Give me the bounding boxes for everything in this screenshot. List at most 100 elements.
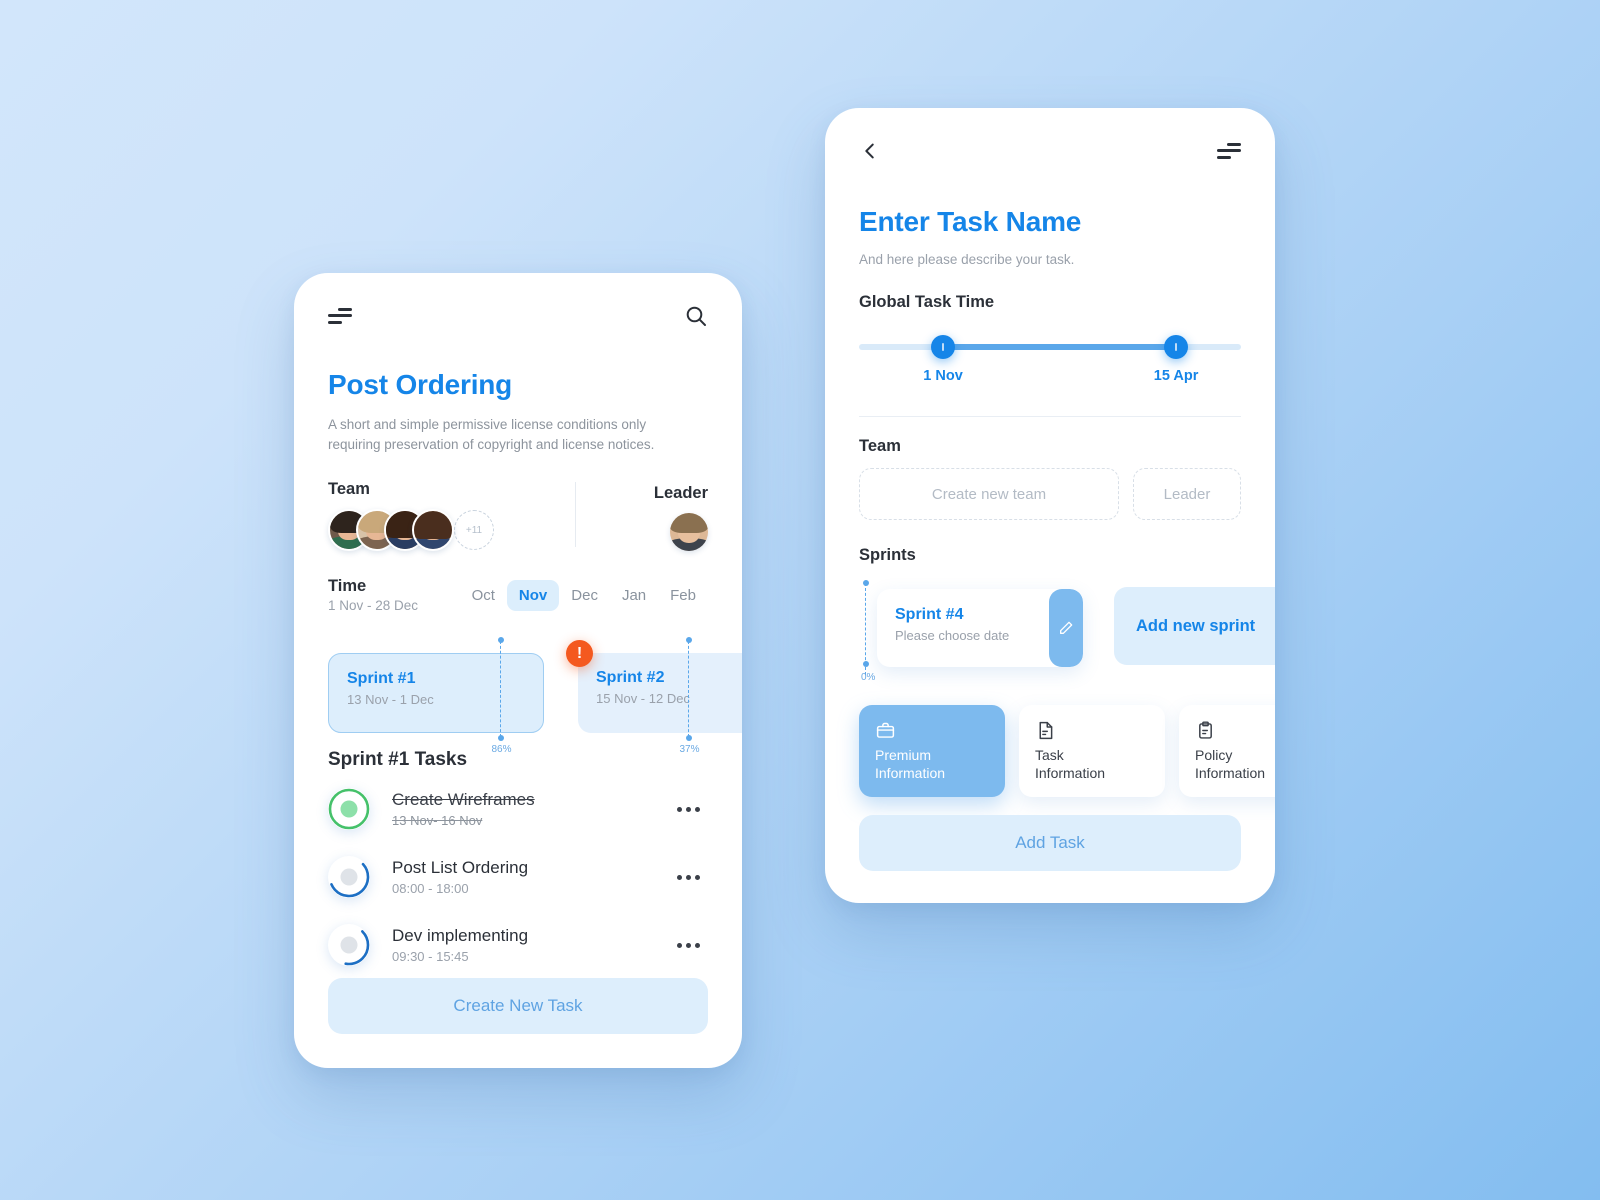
slider-handle-end[interactable] — [1164, 335, 1189, 359]
task-options-button[interactable] — [669, 799, 708, 820]
phone-screen-add-task: Enter Task Name And here please describe… — [825, 108, 1275, 903]
status-dot — [340, 936, 358, 954]
team-label: Team — [859, 437, 901, 455]
month-tab-nov[interactable]: Nov — [506, 579, 560, 611]
sprint-dates: 13 Nov - 1 Dec — [347, 692, 434, 708]
task-status-ring[interactable] — [328, 856, 370, 899]
sprint-progress-marker-1: 86% — [491, 637, 512, 755]
pencil-icon — [1060, 621, 1073, 634]
avatar[interactable] — [412, 509, 454, 552]
month-tab-dec[interactable]: Dec — [559, 580, 610, 611]
task-name: Create Wireframes — [392, 790, 535, 810]
time-range: 1 Nov - 28 Dec — [328, 598, 419, 614]
vertical-divider — [575, 482, 576, 548]
month-tab-jan[interactable]: Jan — [610, 580, 658, 611]
right-content: Enter Task Name And here please describe… — [825, 194, 1275, 903]
search-button[interactable] — [684, 304, 708, 328]
marker-dot-bottom — [686, 735, 693, 742]
slider-labels: 1 Nov 15 Apr — [859, 368, 1241, 390]
team-avatars: +11 — [328, 509, 494, 552]
filter-menu-icon — [1217, 142, 1241, 160]
search-icon — [686, 306, 706, 326]
task-row[interactable]: Dev implementing 09:30 - 15:45 — [328, 911, 708, 979]
add-new-sprint-button[interactable]: Add new sprint — [1114, 587, 1275, 665]
sprint-card-body: Sprint #4 Please choose date — [877, 589, 1049, 667]
marker-dot-bottom — [863, 661, 870, 667]
slider-handle-start[interactable] — [931, 335, 956, 359]
team-group: Team +11 — [328, 480, 494, 552]
sprint-alert-badge[interactable]: ! — [566, 640, 593, 668]
month-tab-oct[interactable]: Oct — [460, 580, 507, 611]
chevron-left-icon — [865, 143, 874, 159]
status-dot — [340, 868, 358, 886]
menu-button[interactable] — [328, 307, 352, 325]
task-time: 09:30 - 15:45 — [392, 949, 469, 965]
clipboard-icon — [1199, 721, 1212, 739]
create-new-task-button[interactable]: Create New Task — [328, 978, 708, 1034]
team-fields: Create new team Leader — [859, 468, 1241, 520]
team-label: Team — [328, 480, 370, 499]
sprint-card-1[interactable]: Sprint #1 13 Nov - 1 Dec — [328, 653, 544, 734]
sprint-edit-button[interactable] — [1049, 589, 1083, 667]
info-card-task-information[interactable]: Task Information — [1019, 705, 1165, 797]
create-new-team-field[interactable]: Create new team — [859, 468, 1119, 520]
task-text: Post List Ordering 08:00 - 18:00 — [392, 858, 669, 896]
task-status-ring[interactable] — [328, 788, 370, 831]
right-topbar — [825, 108, 1275, 194]
phone-screen-project-detail: Post Ordering A short and simple permiss… — [294, 273, 742, 1068]
menu-button[interactable] — [1217, 142, 1241, 160]
month-tab-feb[interactable]: Feb — [658, 580, 708, 611]
marker-dot-top — [863, 580, 870, 586]
task-name-title[interactable]: Enter Task Name — [859, 206, 1241, 238]
divider — [859, 416, 1241, 417]
sprint-card-4[interactable]: Sprint #4 Please choose date — [877, 589, 1083, 667]
add-task-button[interactable]: Add Task — [859, 815, 1241, 871]
status-dot — [340, 800, 358, 818]
task-name: Post List Ordering — [392, 858, 529, 878]
task-description-subtitle[interactable]: And here please describe your task. — [859, 252, 1241, 267]
date-range-slider[interactable] — [859, 330, 1241, 364]
slider-fill — [943, 344, 1177, 350]
document-icon — [1039, 721, 1053, 740]
tasks-section-title: Sprint #1 Tasks — [328, 749, 468, 771]
time-months-row: Time 1 Nov - 28 Dec Oct Nov Dec Jan Feb — [328, 577, 708, 613]
task-row[interactable]: Post List Ordering 08:00 - 18:00 — [328, 843, 708, 911]
slider-end-label: 15 Apr — [1153, 368, 1199, 384]
info-card-policy-information[interactable]: Policy Information — [1179, 705, 1275, 797]
task-options-button[interactable] — [669, 867, 708, 888]
page-description: A short and simple permissive license co… — [328, 417, 655, 452]
task-status-ring[interactable] — [328, 924, 370, 967]
filter-menu-icon — [328, 307, 352, 325]
month-tabs: Oct Nov Dec Jan Feb — [460, 579, 708, 611]
leader-field[interactable]: Leader — [1133, 468, 1241, 520]
task-row[interactable]: Create Wireframes 13 Nov- 16 Nov — [328, 775, 708, 843]
avatar-overflow-count[interactable]: +11 — [454, 510, 494, 551]
leader-label: Leader — [653, 484, 708, 503]
info-card-premium-information[interactable]: Premium Information — [859, 705, 1005, 797]
team-leader-row: Team +11 Leader — [328, 480, 708, 552]
task-text: Dev implementing 09:30 - 15:45 — [392, 926, 669, 964]
left-topbar — [294, 273, 742, 359]
time-label: Time — [328, 577, 367, 596]
sprint-4-wrapper: 0% Sprint #4 Please choose date — [861, 580, 1083, 683]
task-options-button[interactable] — [669, 935, 708, 956]
info-card-label: Task Information — [1035, 747, 1106, 781]
sprint-dates: 15 Nov - 12 Dec — [596, 691, 690, 707]
sprint-card-2[interactable]: Sprint #2 15 Nov - 12 Dec — [578, 653, 742, 734]
info-card-label: Premium Information — [875, 747, 946, 781]
leader-group: Leader — [653, 484, 708, 552]
sprint-name: Sprint #2 — [596, 669, 665, 687]
marker-dot-bottom — [498, 735, 505, 742]
back-button[interactable] — [859, 140, 881, 162]
leader-avatar[interactable] — [670, 513, 708, 552]
sprint-name: Sprint #1 — [347, 670, 416, 688]
global-task-time-label: Global Task Time — [859, 293, 995, 311]
task-time: 08:00 - 18:00 — [392, 881, 469, 897]
sprint-progress-1: 86% — [491, 744, 512, 756]
marker-dot-top — [498, 637, 505, 644]
sprints-label: Sprints — [859, 546, 916, 564]
sprint-progress-value: 0% — [861, 672, 876, 683]
global-task-time-block: Global Task Time 1 Nov 15 Apr — [859, 293, 1241, 390]
info-card-label: Policy Information — [1195, 747, 1266, 781]
task-time: 13 Nov- 16 Nov — [392, 813, 483, 829]
